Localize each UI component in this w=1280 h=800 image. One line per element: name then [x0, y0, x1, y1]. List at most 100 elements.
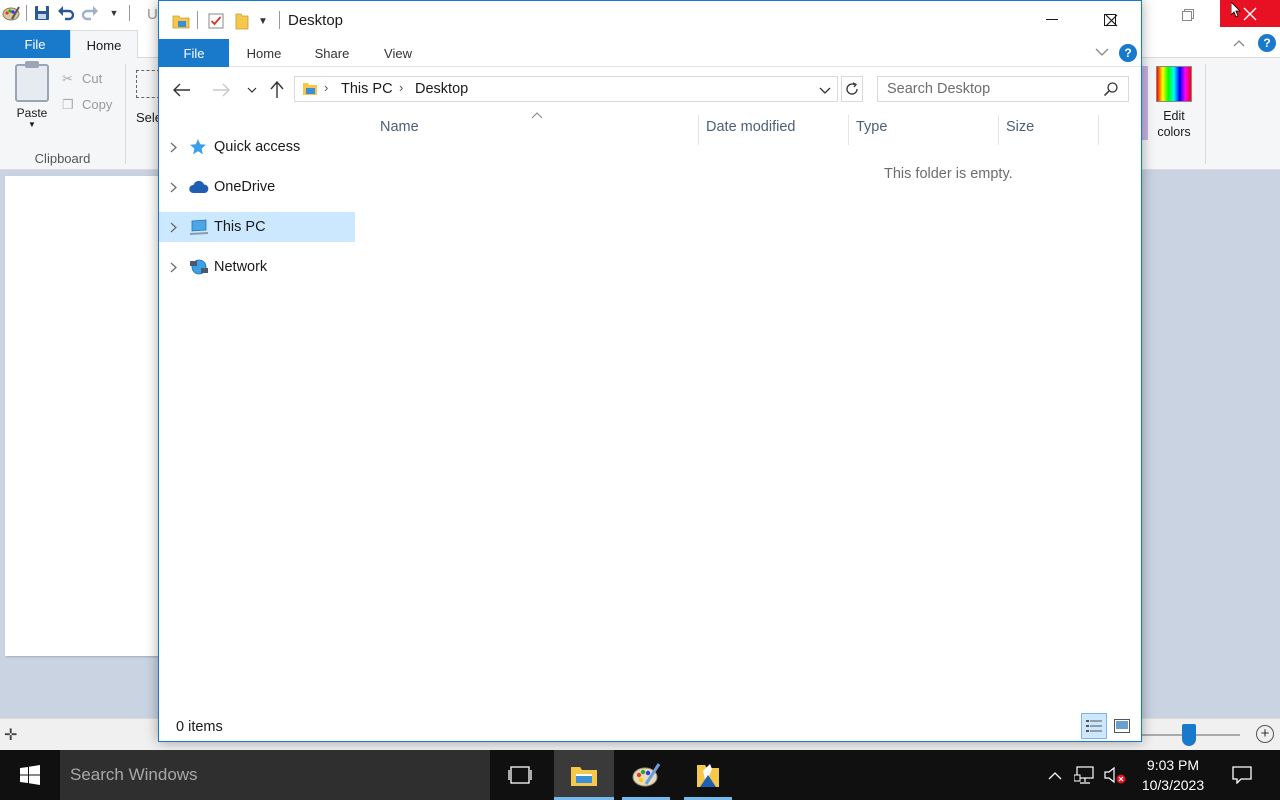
nav-item-label: This PC: [214, 219, 266, 235]
document-folder-icon: [697, 764, 719, 787]
task-view-icon: [508, 766, 532, 784]
chevron-up-icon: [1048, 771, 1062, 779]
taskbar-search-placeholder: Search Windows: [70, 765, 198, 784]
customize-quick-access-icon[interactable]: ▼: [257, 11, 269, 31]
taskbar-file-explorer[interactable]: [554, 750, 614, 800]
column-header-size[interactable]: Size: [1006, 119, 1034, 135]
show-hidden-icons-button[interactable]: [1044, 750, 1066, 800]
large-icons-view-button[interactable]: [1111, 715, 1133, 737]
cut-label: Cut: [82, 71, 103, 86]
column-header-name[interactable]: Name: [380, 119, 419, 135]
copy-button[interactable]: ❐ Copy: [62, 92, 112, 118]
toolbar-separator: [129, 5, 130, 21]
expand-chevron-icon[interactable]: [159, 262, 189, 273]
taskbar-clock[interactable]: 9:03 PM 10/3/2023: [1133, 755, 1213, 795]
taskbar-search-box[interactable]: Search Windows: [60, 750, 490, 800]
refresh-button[interactable]: [841, 76, 863, 102]
expand-chevron-icon[interactable]: [159, 182, 189, 193]
recent-locations-icon[interactable]: [241, 79, 263, 101]
paint-tab-home[interactable]: Home: [70, 30, 138, 59]
action-center-button[interactable]: [1222, 750, 1262, 800]
customize-toolbar-icon[interactable]: ▼: [105, 4, 123, 22]
breadcrumb-separator-icon[interactable]: ›: [324, 80, 328, 95]
forward-button[interactable]: [210, 79, 232, 101]
breadcrumb-desktop[interactable]: Desktop: [415, 81, 468, 97]
column-divider[interactable]: [848, 115, 849, 145]
expand-chevron-icon[interactable]: [159, 222, 189, 233]
back-button[interactable]: [171, 79, 193, 101]
file-list[interactable]: Name Date modified Type Size This folder…: [359, 111, 1141, 711]
tab-view[interactable]: View: [369, 39, 427, 67]
redo-icon[interactable]: [81, 4, 99, 22]
tab-file[interactable]: File: [159, 39, 229, 67]
mouse-cursor-icon: [1231, 2, 1241, 18]
cut-button[interactable]: ✂ Cut: [62, 66, 112, 92]
zoom-slider-thumb[interactable]: [1182, 724, 1196, 746]
nav-item-onedrive[interactable]: OneDrive: [159, 172, 355, 202]
notification-icon: [1232, 766, 1252, 784]
up-button[interactable]: [266, 79, 288, 101]
nav-item-quick-access[interactable]: Quick access: [159, 132, 355, 162]
copy-label: Copy: [82, 97, 113, 112]
undo-icon[interactable]: [57, 4, 75, 22]
tab-share[interactable]: Share: [303, 39, 361, 67]
column-header-date-modified[interactable]: Date modified: [706, 119, 795, 135]
network-status-button[interactable]: [1072, 750, 1098, 800]
taskbar-paint[interactable]: [616, 750, 676, 800]
task-view-button[interactable]: [490, 750, 550, 800]
sort-ascending-icon: [531, 112, 543, 119]
expand-ribbon-icon[interactable]: [1095, 45, 1109, 59]
column-header-type[interactable]: Type: [856, 119, 887, 135]
paint-app-icon[interactable]: [2, 4, 20, 22]
nav-item-label: Network: [214, 259, 268, 275]
paint-title-fragment: U: [147, 6, 158, 23]
clipboard-group-label: Clipboard: [34, 151, 91, 166]
minimize-button[interactable]: [1023, 1, 1081, 39]
nav-item-label: OneDrive: [214, 179, 276, 195]
address-bar[interactable]: › This PC › Desktop: [294, 76, 838, 102]
taskbar-documents-app[interactable]: [678, 750, 738, 800]
edit-colors-button[interactable]: Edit colors: [1150, 66, 1198, 140]
column-divider[interactable]: [1098, 115, 1099, 145]
paint-help-icon[interactable]: ?: [1258, 34, 1276, 52]
column-divider[interactable]: [698, 115, 699, 145]
select-icon[interactable]: [136, 70, 160, 98]
paint-quick-access-toolbar: ▼: [0, 4, 130, 22]
folder-app-icon[interactable]: [171, 11, 191, 31]
collapse-ribbon-icon[interactable]: [1233, 35, 1245, 50]
breadcrumb-this-pc[interactable]: This PC: [341, 81, 393, 97]
tab-home[interactable]: Home: [234, 39, 294, 67]
properties-icon[interactable]: [207, 11, 225, 31]
details-view-button[interactable]: [1081, 713, 1107, 739]
nav-item-this-pc[interactable]: This PC: [159, 212, 355, 242]
scissors-icon: ✂: [62, 71, 73, 86]
paint-close-button[interactable]: [1220, 0, 1280, 27]
paint-icon: [632, 763, 661, 787]
expand-chevron-icon[interactable]: [159, 142, 189, 153]
new-folder-icon[interactable]: [233, 11, 251, 31]
search-box[interactable]: [877, 76, 1129, 102]
paste-dropdown-icon[interactable]: ▼: [10, 120, 54, 129]
search-icon[interactable]: [1103, 81, 1119, 97]
paint-canvas[interactable]: [5, 176, 160, 656]
close-button[interactable]: [1081, 1, 1141, 39]
paint-tab-file[interactable]: File: [0, 30, 70, 58]
zoom-in-icon[interactable]: +: [1256, 725, 1274, 743]
address-history-dropdown-icon[interactable]: [819, 84, 831, 96]
file-explorer-icon: [571, 767, 597, 786]
toolbar-separator: [279, 11, 280, 29]
cut-copy-group: ✂ Cut ❐ Copy: [62, 66, 112, 118]
search-input[interactable]: [878, 77, 1100, 101]
explorer-statusbar: 0 items: [159, 711, 1141, 741]
help-icon[interactable]: ?: [1119, 44, 1137, 62]
paste-button[interactable]: Paste ▼: [10, 61, 54, 129]
paint-restore-button[interactable]: [1165, 0, 1211, 30]
volume-button[interactable]: [1102, 750, 1128, 800]
refresh-icon: [846, 82, 858, 95]
breadcrumb-separator-icon[interactable]: ›: [399, 80, 403, 95]
start-button[interactable]: [0, 750, 60, 800]
edit-colors-label: Edit colors: [1157, 109, 1191, 139]
save-icon[interactable]: [33, 4, 51, 22]
column-divider[interactable]: [998, 115, 999, 145]
nav-item-network[interactable]: Network: [159, 252, 355, 282]
